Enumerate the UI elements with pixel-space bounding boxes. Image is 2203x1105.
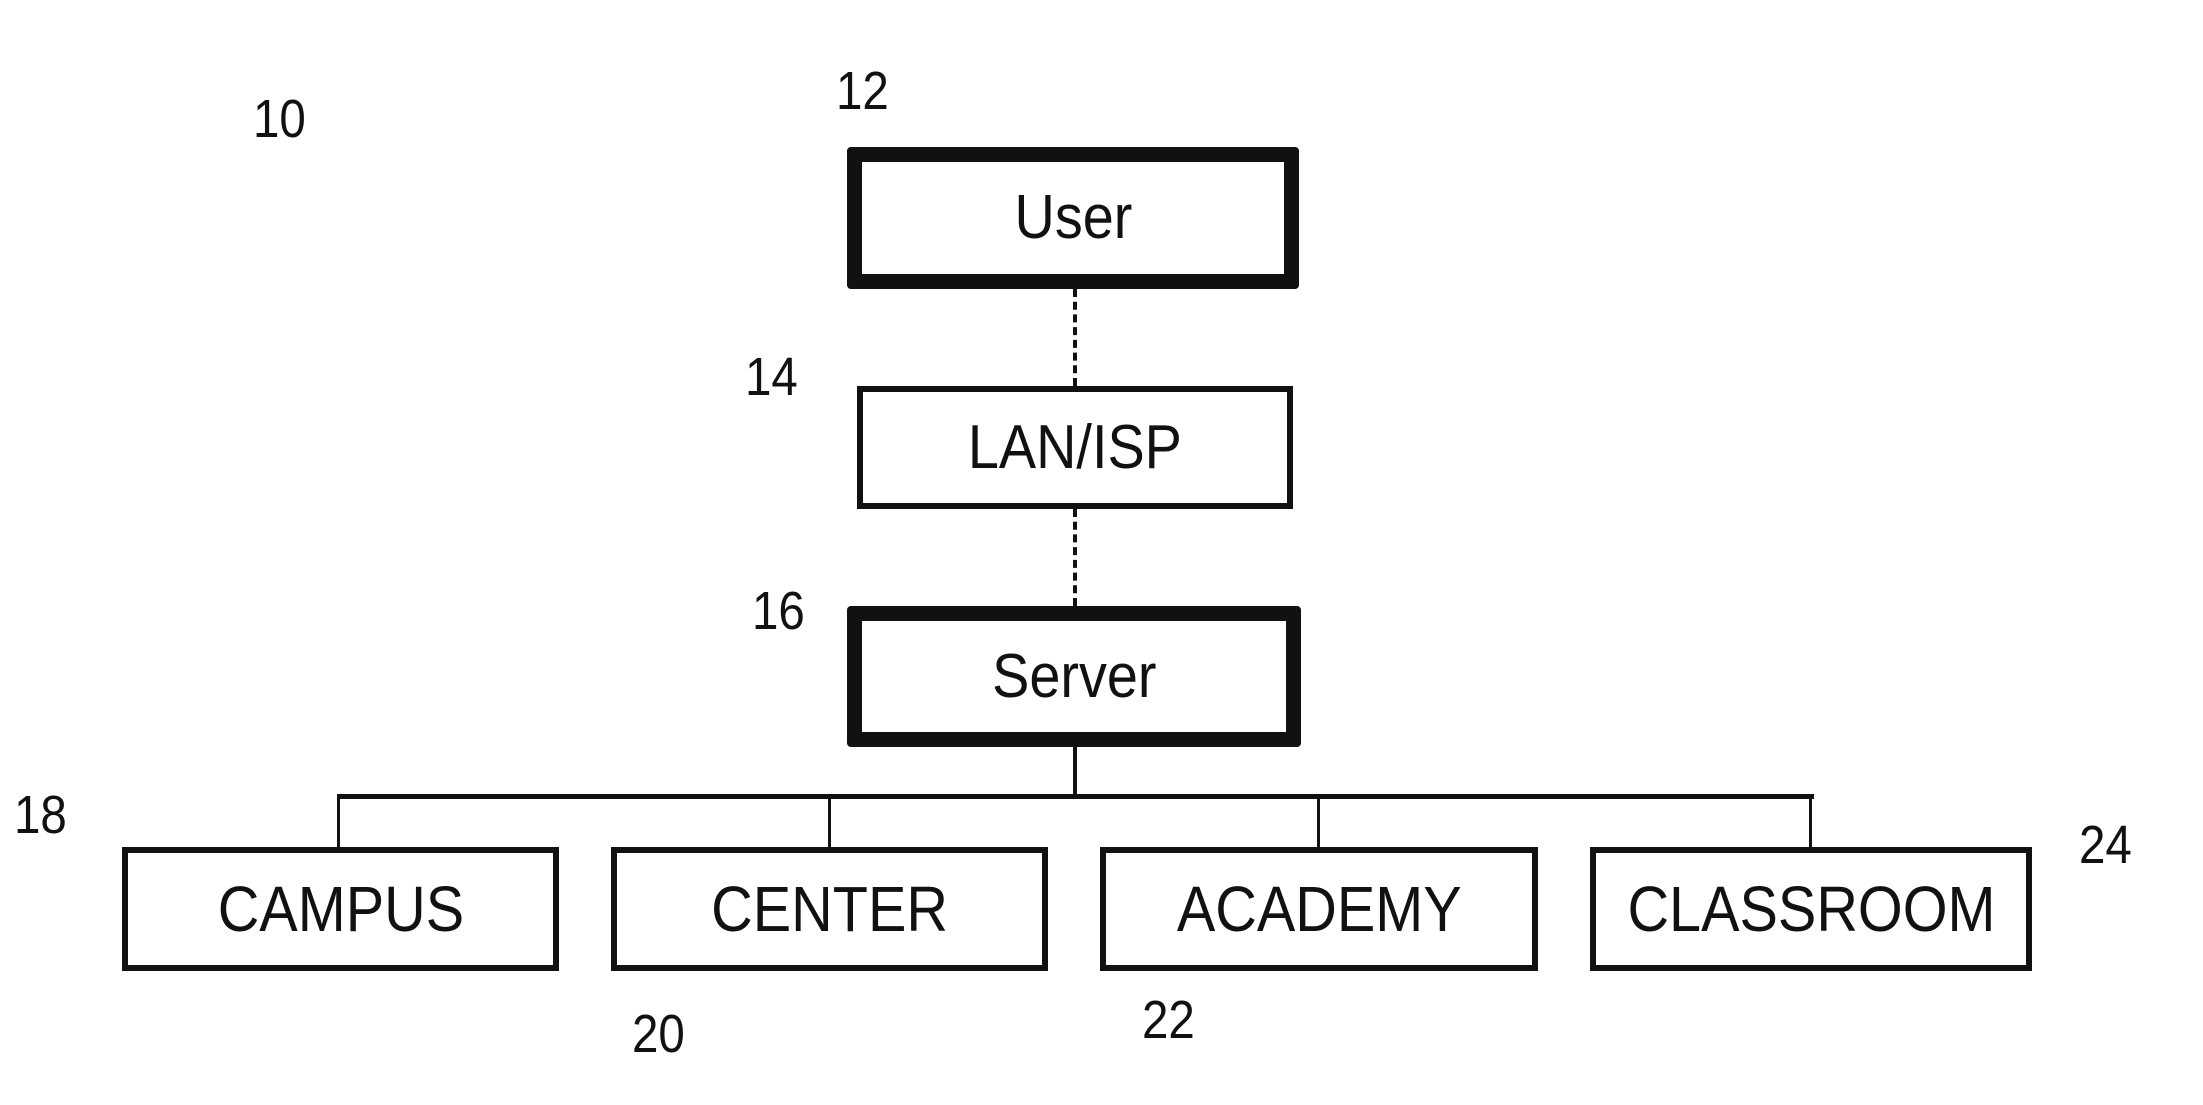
user-node: User [847,147,1299,289]
ref-numeral-16: 16 [752,581,805,641]
classroom-node: CLASSROOM [1590,847,2032,971]
campus-label: CAMPUS [217,873,464,945]
ref-numeral-10: 10 [253,89,306,149]
ref-numeral-12: 12 [836,61,889,121]
connector-bus-academy [1317,796,1320,848]
ref-numeral-18: 18 [14,785,67,845]
server-label: Server [991,641,1157,711]
classroom-label: CLASSROOM [1626,873,1996,945]
user-label: User [1014,183,1132,252]
academy-label: ACADEMY [1176,873,1462,945]
distribution-bus-line [337,794,1814,799]
server-node: Server [847,606,1301,747]
lan-isp-node: LAN/ISP [857,386,1293,509]
connector-bus-center [828,796,831,848]
lan-isp-label: LAN/ISP [967,412,1183,482]
ref-numeral-24: 24 [2079,815,2132,875]
ref-numeral-14: 14 [745,347,798,407]
center-node: CENTER [611,847,1048,971]
ref-numeral-20: 20 [632,1004,685,1064]
connector-user-lan [1073,289,1077,386]
center-label: CENTER [711,873,948,945]
connector-lan-server [1073,509,1077,606]
ref-numeral-22: 22 [1142,990,1195,1050]
academy-node: ACADEMY [1100,847,1538,971]
connector-bus-classroom [1809,796,1812,848]
connector-bus-campus [337,796,340,848]
campus-node: CAMPUS [122,847,559,971]
connector-server-bus [1073,747,1077,798]
